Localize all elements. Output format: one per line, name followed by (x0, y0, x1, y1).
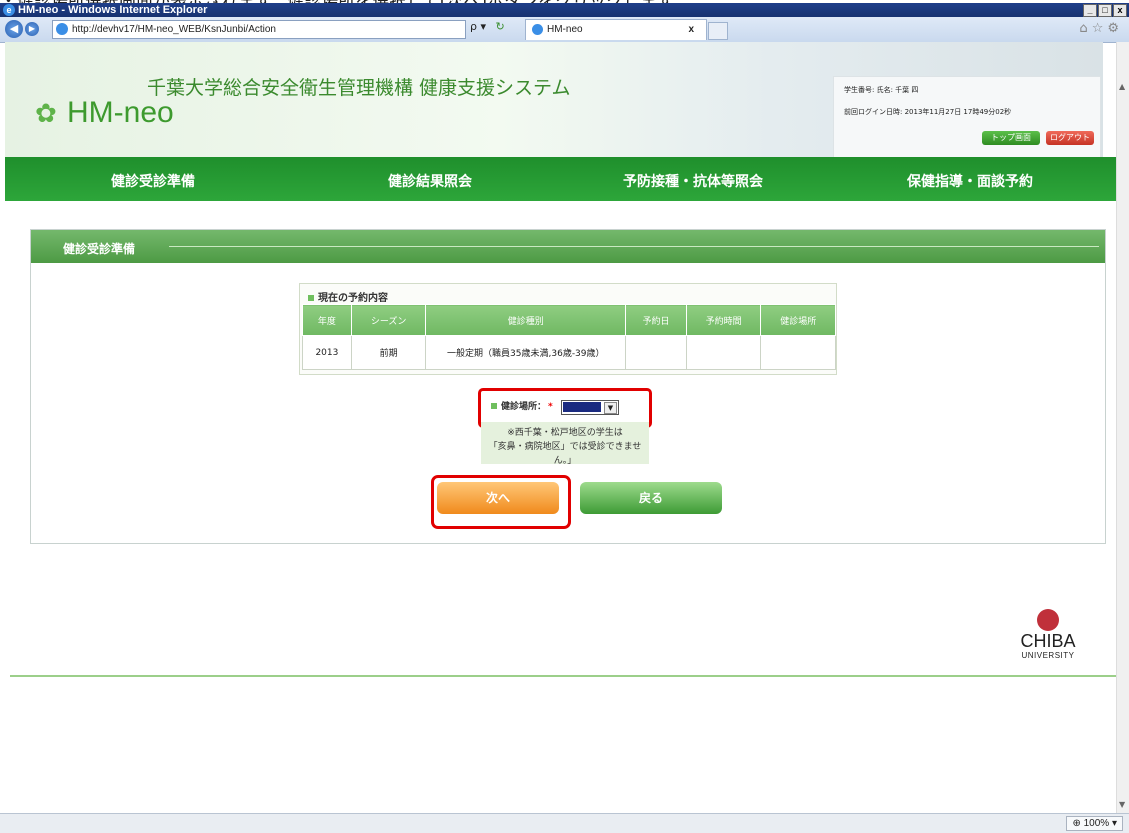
tab-close-icon[interactable]: x (688, 20, 694, 40)
footer-divider (10, 675, 1116, 677)
site-header: 千葉大学総合安全衛生管理機構 健康支援システム ✿ HM-neo 学生番号: 氏… (5, 42, 1103, 162)
logout-button[interactable]: ログアウト (1046, 131, 1094, 145)
location-selected-value (563, 402, 601, 412)
nav-item-checkup-prep[interactable]: 健診受診準備 (111, 171, 195, 191)
cell-location (760, 335, 836, 370)
reservation-caption: 現在の予約内容 (308, 289, 388, 304)
nav-item-health-guidance[interactable]: 保健指導・面談予約 (907, 171, 1033, 191)
window-title: HM-neo - Windows Internet Explorer (18, 4, 208, 16)
address-tools: ρ ▾ ↻ (470, 20, 505, 33)
minimize-button[interactable]: _ (1083, 4, 1097, 17)
site-logo-text: HM-neo (67, 96, 174, 129)
col-location: 健診場所 (760, 304, 836, 336)
favorites-star-icon[interactable]: ☆ (1092, 21, 1108, 36)
ie-icon: e (3, 4, 15, 16)
status-bar: ⊕ 100% ▾ (0, 813, 1129, 833)
top-page-button[interactable]: トップ画面 (982, 131, 1040, 145)
vertical-scrollbar[interactable]: ▲ ▼ (1116, 42, 1129, 813)
next-button[interactable]: 次へ (437, 482, 559, 514)
search-dropdown-icon[interactable]: ρ ▾ (470, 20, 486, 33)
home-icon[interactable]: ⌂ (1079, 21, 1091, 36)
window-title-bar: e HM-neo - Windows Internet Explorer _ □… (0, 3, 1129, 17)
student-info: 学生番号: 氏名: 千葉 四 (844, 86, 919, 94)
address-bar: ◀ ▶ http://devhv17/HM-neo_WEB/KsnJunbi/A… (0, 17, 1129, 43)
table-header-row: 年度 シーズン 健診種別 予約日 予約時間 健診場所 (302, 304, 836, 336)
tab-favicon-icon (532, 23, 543, 35)
current-reservation: 現在の予約内容 年度 シーズン 健診種別 予約日 予約時間 健診場所 2013 … (299, 283, 837, 375)
browser-toolbar-icons: ⌂☆⚙ (1079, 21, 1123, 36)
checkup-prep-panel: 健診受診準備 現在の予約内容 年度 シーズン 健診種別 予約日 予約時間 健診場… (30, 229, 1106, 544)
col-checkup-type: 健診種別 (425, 304, 627, 336)
url-field[interactable]: http://devhv17/HM-neo_WEB/KsnJunbi/Actio… (52, 20, 466, 39)
location-select[interactable]: ▼ (561, 400, 619, 415)
refresh-icon[interactable]: ↻ (496, 20, 505, 33)
section-header: 健診受診準備 (31, 230, 1105, 263)
clover-logo-icon: ✿ (35, 99, 57, 129)
user-info-box: 学生番号: 氏名: 千葉 四 前回ログイン日時: 2013年11月27日 17時… (833, 76, 1101, 162)
cell-season: 前期 (350, 335, 427, 370)
new-tab-button[interactable] (708, 22, 728, 40)
location-note: ※西千葉・松戸地区の学生は 「亥鼻・病院地区」では受診できません。」 (481, 422, 649, 466)
main-nav: 健診受診準備 健診結果照会 予防接種・抗体等照会 保健指導・面談予約 (5, 157, 1116, 201)
page-favicon-icon (56, 23, 68, 36)
cell-year: 2013 (302, 335, 352, 370)
location-label: 健診場所： * (491, 399, 555, 412)
cell-date (625, 335, 687, 370)
scroll-up-icon[interactable]: ▲ (1119, 82, 1125, 91)
url-text: http://devhv17/HM-neo_WEB/KsnJunbi/Actio… (72, 24, 276, 35)
back-arrow-icon[interactable]: ◀ (5, 20, 23, 38)
col-date: 予約日 (625, 304, 687, 336)
chevron-down-icon[interactable]: ▼ (604, 402, 617, 414)
col-year: 年度 (302, 304, 352, 336)
tab-title: HM-neo (547, 24, 583, 35)
scroll-down-icon[interactable]: ▼ (1119, 800, 1125, 809)
org-title: 千葉大学総合安全衛生管理機構 健康支援システム (147, 77, 571, 99)
back-button[interactable]: 戻る (580, 482, 722, 514)
close-window-button[interactable]: x (1113, 4, 1127, 17)
section-title: 健診受診準備 (63, 242, 136, 256)
forward-arrow-icon[interactable]: ▶ (25, 22, 39, 36)
col-time: 予約時間 (685, 304, 762, 336)
browser-tab[interactable]: HM-neo x (525, 19, 707, 40)
chiba-university-logo: CHIBA UNIVERSITY (1003, 609, 1093, 671)
gear-icon[interactable]: ⚙ (1107, 21, 1123, 36)
cell-time (685, 335, 762, 370)
nav-item-results[interactable]: 健診結果照会 (388, 171, 472, 191)
col-season: シーズン (350, 304, 427, 336)
last-login-info: 前回ログイン日時: 2013年11月27日 17時49分02秒 (844, 108, 1012, 116)
maximize-button[interactable]: □ (1098, 4, 1112, 17)
nav-item-vaccination[interactable]: 予防接種・抗体等照会 (623, 171, 763, 191)
required-marker: * (548, 402, 553, 412)
chiba-emblem-icon (1037, 609, 1059, 631)
zoom-control[interactable]: ⊕ 100% ▾ (1066, 816, 1123, 831)
cell-checkup-type: 一般定期（職員35歳未満,36歳-39歳） (425, 335, 627, 370)
section-divider (169, 246, 1099, 247)
table-row: 2013 前期 一般定期（職員35歳未満,36歳-39歳） (302, 335, 836, 370)
reservation-table: 年度 シーズン 健診種別 予約日 予約時間 健診場所 2013 前期 一般定期（… (302, 304, 836, 370)
